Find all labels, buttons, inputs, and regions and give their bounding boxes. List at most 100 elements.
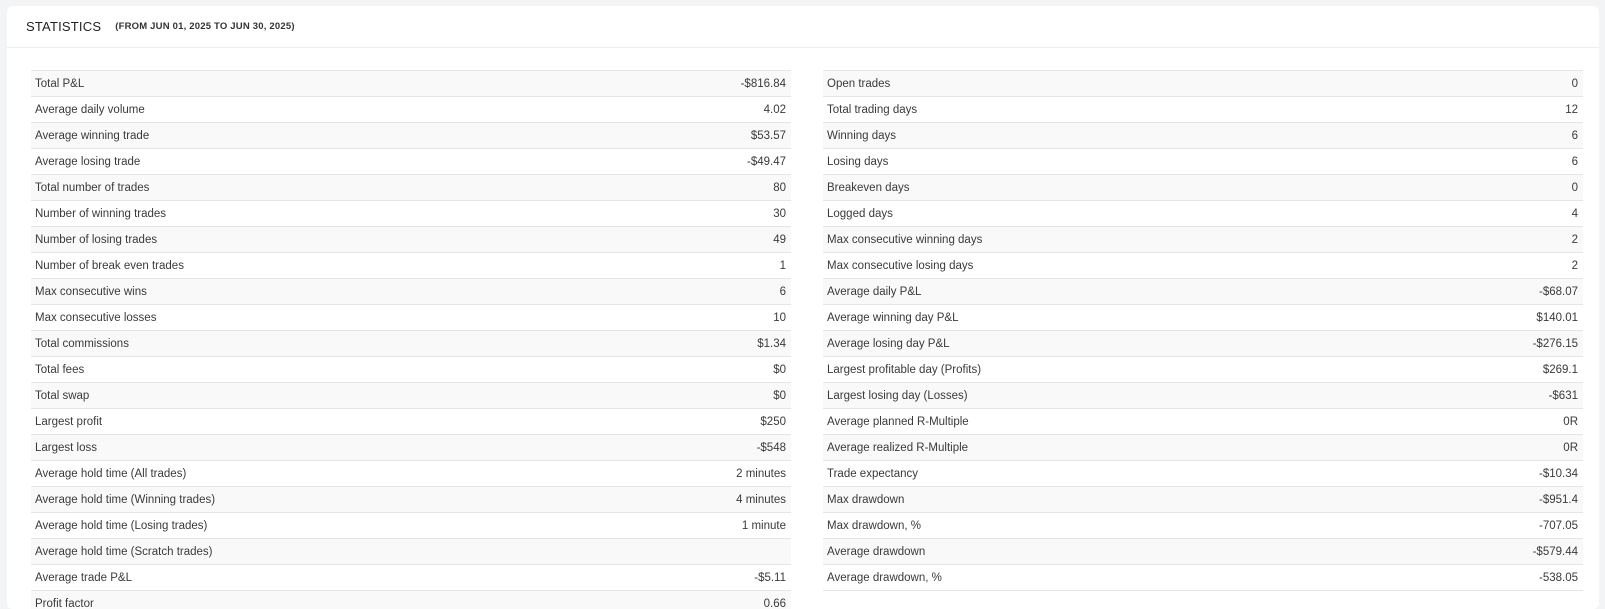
stat-label: Open trades [827,77,891,90]
statistics-card: STATISTICS (FROM JUN 01, 2025 TO JUN 30,… [7,6,1599,609]
stat-label: Max consecutive wins [35,285,147,298]
stat-row: Largest losing day (Losses) -$631 [823,383,1583,409]
stat-value: 49 [773,233,786,246]
stat-label: Logged days [827,207,893,220]
stat-label: Max consecutive losses [35,311,157,324]
stat-label: Total fees [35,363,85,376]
stat-value: -$548 [756,441,786,454]
stat-row: Total P&L -$816.84 [31,71,791,97]
stat-value: $0 [773,389,786,402]
stat-row: Total number of trades 80 [31,175,791,201]
stat-value: $53.57 [750,129,786,142]
stat-row: Average daily P&L -$68.07 [823,279,1583,305]
stat-label: Average daily P&L [827,285,922,298]
stat-label: Largest profitable day (Profits) [827,363,982,376]
stat-label: Largest loss [35,441,98,454]
stat-label: Largest profit [35,415,103,428]
stat-row: Total fees $0 [31,357,791,383]
stat-label: Winning days [827,129,897,142]
stat-row: Average hold time (All trades) 2 minutes [31,461,791,487]
stat-label: Average planned R-Multiple [827,415,969,428]
stat-row: Number of losing trades 49 [31,227,791,253]
stat-row: Open trades 0 [823,71,1583,97]
stat-label: Average daily volume [35,103,145,116]
stat-value: 2 minutes [736,467,786,480]
stat-row: Number of break even trades 1 [31,253,791,279]
stat-value: 4 [1571,207,1578,220]
stat-row: Average losing day P&L -$276.15 [823,331,1583,357]
stat-row: Total trading days 12 [823,97,1583,123]
stat-row: Max consecutive winning days 2 [823,227,1583,253]
stat-row: Trade expectancy -$10.34 [823,461,1583,487]
stat-label: Losing days [827,155,889,168]
stat-label: Average winning trade [35,129,150,142]
stat-value: -$631 [1548,389,1578,402]
stat-label: Average losing trade [35,155,141,168]
stat-label: Profit factor [35,597,94,609]
stat-label: Average hold time (Scratch trades) [35,545,213,558]
stat-value: -707.05 [1538,519,1578,532]
stat-row: Logged days 4 [823,201,1583,227]
stat-row: Average hold time (Winning trades) 4 minu… [31,487,791,513]
stat-label: Number of losing trades [35,233,158,246]
stat-value: 0 [1571,77,1578,90]
stat-label: Average realized R-Multiple [827,441,969,454]
stat-row: Winning days 6 [823,123,1583,149]
stat-label: Total trading days [827,103,918,116]
stat-label: Max consecutive losing days [827,259,974,272]
stat-value: -$5.11 [754,571,786,584]
stat-label: Max drawdown [827,493,905,506]
stat-value: $1.34 [757,337,786,350]
stat-value: 0R [1563,441,1578,454]
stat-row: Max drawdown -$951.4 [823,487,1583,513]
stat-value: -$276.15 [1532,337,1578,350]
stat-value: -$10.34 [1538,467,1578,480]
stat-label: Total P&L [35,77,85,90]
stat-value: $269.1 [1542,363,1578,376]
stat-value: 1 minute [741,519,786,532]
stat-label: Max drawdown, % [827,519,921,532]
page-title: STATISTICS [26,19,102,34]
stat-row: Largest loss -$548 [31,435,791,461]
stat-value: 12 [1565,103,1578,116]
stat-row: Max consecutive losses 10 [31,305,791,331]
stat-label: Breakeven days [827,181,910,194]
stat-row: Losing days 6 [823,149,1583,175]
card-header: STATISTICS (FROM JUN 01, 2025 TO JUN 30,… [7,6,1599,48]
stat-label: Max consecutive winning days [827,233,983,246]
stat-value: 0.66 [763,597,786,609]
stat-label: Total commissions [35,337,129,350]
stat-row: Average drawdown, % -538.05 [823,565,1583,591]
left-stats-table: Total P&L -$816.84 Average daily volume 4.0… [31,70,791,609]
stat-label: Average hold time (Winning trades) [35,493,216,506]
stat-row: Average realized R-Multiple 0R [823,435,1583,461]
stat-value: $0 [773,363,786,376]
stat-label: Average trade P&L [35,571,132,584]
stat-row: Average drawdown -$579.44 [823,539,1583,565]
stat-row: Average losing trade -$49.47 [31,149,791,175]
stat-row: Max consecutive losing days 2 [823,253,1583,279]
stat-value: $250 [760,415,786,428]
stat-label: Total swap [35,389,90,402]
stat-row: Average winning trade $53.57 [31,123,791,149]
stat-value: 4.02 [763,103,786,116]
stat-row: Average planned R-Multiple 0R [823,409,1583,435]
stat-value: 2 [1571,233,1578,246]
stat-label: Number of winning trades [35,207,167,220]
stat-row: Average daily volume 4.02 [31,97,791,123]
stat-value: 6 [1571,155,1578,168]
stat-row: Max consecutive wins 6 [31,279,791,305]
stat-label: Average drawdown [827,545,926,558]
stat-label: Total number of trades [35,181,150,194]
stat-row: Largest profit $250 [31,409,791,435]
stat-label: Average winning day P&L [827,311,959,324]
date-range-subtitle: (FROM JUN 01, 2025 TO JUN 30, 2025) [115,21,295,32]
stat-row: Total commissions $1.34 [31,331,791,357]
stat-value: -$49.47 [746,155,786,168]
stat-value: -$816.84 [740,77,786,90]
stats-columns: Total P&L -$816.84 Average daily volume 4.0… [31,70,1583,609]
stat-value: 1 [779,259,786,272]
stat-value: 6 [1571,129,1578,142]
stat-row: Max drawdown, % -707.05 [823,513,1583,539]
stat-label: Largest losing day (Losses) [827,389,968,402]
